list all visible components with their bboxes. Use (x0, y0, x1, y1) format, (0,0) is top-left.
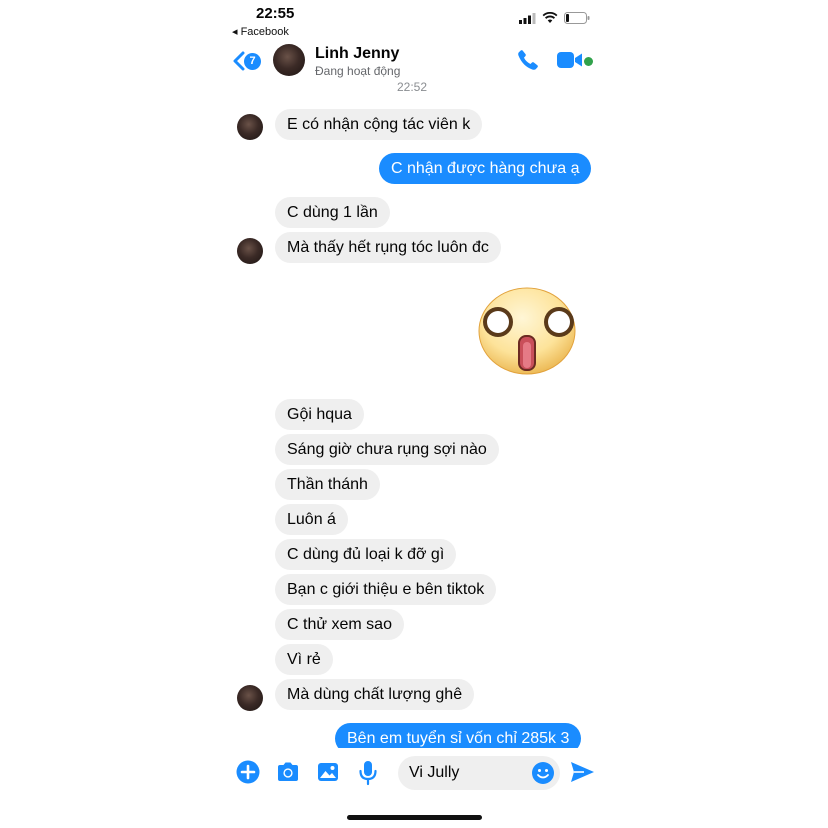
shocked-face-sticker[interactable] (478, 286, 576, 376)
back-button[interactable]: 7 (232, 51, 261, 71)
send-icon[interactable] (569, 760, 595, 784)
message-composer: Vi Jully (222, 748, 606, 798)
message-bubble[interactable]: Bạn c giới thiệu e bên tiktok (275, 574, 497, 605)
home-indicator[interactable] (347, 815, 482, 820)
emoji-smiley-icon[interactable] (531, 761, 555, 785)
message-bubble[interactable]: Thần thánh (275, 469, 380, 500)
message-bubble[interactable]: Mà thấy hết rụng tóc luôn đc (275, 232, 501, 263)
voice-call-button[interactable] (516, 48, 540, 77)
message-bubble[interactable]: C thử xem sao (275, 609, 404, 640)
online-indicator (584, 57, 593, 66)
message-bubble[interactable]: Mà dùng chất lượng ghê (275, 679, 475, 710)
message-bubble[interactable]: Vì rẻ (275, 644, 333, 675)
status-icons (519, 12, 590, 24)
phone-icon (518, 50, 538, 70)
message-bubble[interactable]: C dùng 1 lần (275, 197, 390, 228)
battery-icon (564, 12, 590, 24)
contact-active-status: Đang hoạt động (315, 64, 401, 78)
wifi-icon (542, 12, 558, 23)
header-timestamp: 22:52 (397, 80, 428, 94)
status-time: 22:55 (256, 5, 295, 22)
message-bubble[interactable]: C nhận được hàng chưa ạ (379, 153, 592, 184)
sender-avatar[interactable] (237, 685, 263, 711)
camera-icon[interactable] (276, 760, 300, 784)
message-bubble[interactable]: Sáng giờ chưa rụng sợi nào (275, 434, 499, 465)
contact-avatar[interactable] (273, 44, 305, 76)
contact-name[interactable]: Linh Jenny (315, 45, 399, 63)
gallery-image-icon[interactable] (316, 760, 340, 784)
unread-count-badge: 7 (244, 52, 261, 70)
message-input-text: Vi Jully (409, 764, 460, 781)
microphone-icon[interactable] (358, 760, 378, 786)
back-to-facebook-link[interactable]: ◂ Facebook (232, 25, 289, 38)
video-camera-icon (557, 52, 582, 68)
sender-avatar[interactable] (237, 238, 263, 264)
message-input[interactable]: Vi Jully (398, 756, 560, 790)
message-bubble[interactable]: Luôn á (275, 504, 348, 535)
messenger-screen: 22:55 ◂ Facebook 7 Linh Jenny Đang hoạt … (222, 0, 606, 828)
message-bubble[interactable]: C dùng đủ loại k đỡ gì (275, 539, 457, 570)
plus-circle-icon[interactable] (236, 760, 260, 784)
video-call-button[interactable] (557, 51, 583, 74)
message-bubble[interactable]: E có nhận cộng tác viên k (275, 109, 483, 140)
signal-icon (519, 12, 536, 24)
sender-avatar[interactable] (237, 114, 263, 140)
message-bubble[interactable]: Gội hqua (275, 399, 364, 430)
